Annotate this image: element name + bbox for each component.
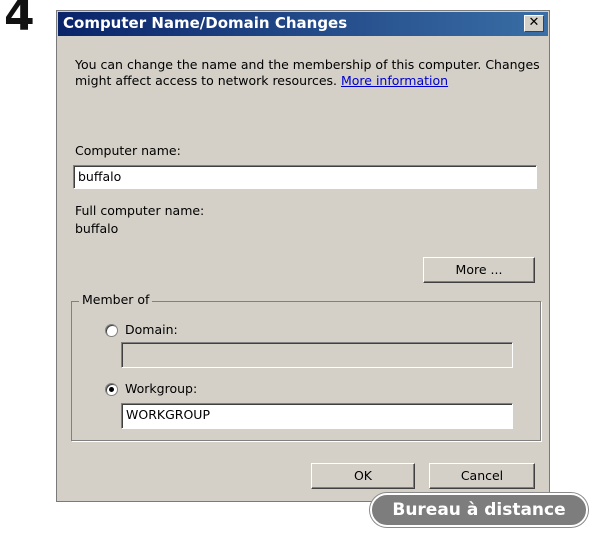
step-number: 4	[4, 0, 35, 41]
cancel-button[interactable]: Cancel	[429, 463, 535, 489]
title-bar: Computer Name/Domain Changes ✕	[58, 12, 548, 36]
more-information-link[interactable]: More information	[341, 73, 448, 88]
description-text: You can change the name and the membersh…	[75, 57, 543, 89]
full-computer-name-label: Full computer name:	[75, 203, 205, 218]
workgroup-input[interactable]: WORKGROUP	[121, 403, 513, 429]
close-icon: ✕	[528, 15, 540, 30]
remote-desktop-badge: Bureau à distance	[370, 493, 588, 527]
computer-name-dialog: Computer Name/Domain Changes ✕ You can c…	[56, 10, 550, 502]
ok-button[interactable]: OK	[311, 463, 415, 489]
close-button[interactable]: ✕	[524, 15, 544, 32]
domain-radio[interactable]	[105, 324, 118, 337]
domain-label: Domain:	[125, 322, 178, 337]
full-computer-name-value: buffalo	[75, 221, 119, 236]
computer-name-input[interactable]: buffalo	[73, 165, 537, 189]
workgroup-label: Workgroup:	[125, 381, 198, 396]
domain-input[interactable]	[121, 342, 513, 368]
computer-name-label: Computer name:	[75, 143, 181, 158]
description-line: You can change the name and the membersh…	[75, 57, 540, 88]
dialog-title: Computer Name/Domain Changes	[63, 14, 348, 32]
workgroup-radio[interactable]	[105, 383, 118, 396]
member-of-label: Member of	[79, 292, 153, 307]
more-button[interactable]: More ...	[423, 257, 535, 283]
